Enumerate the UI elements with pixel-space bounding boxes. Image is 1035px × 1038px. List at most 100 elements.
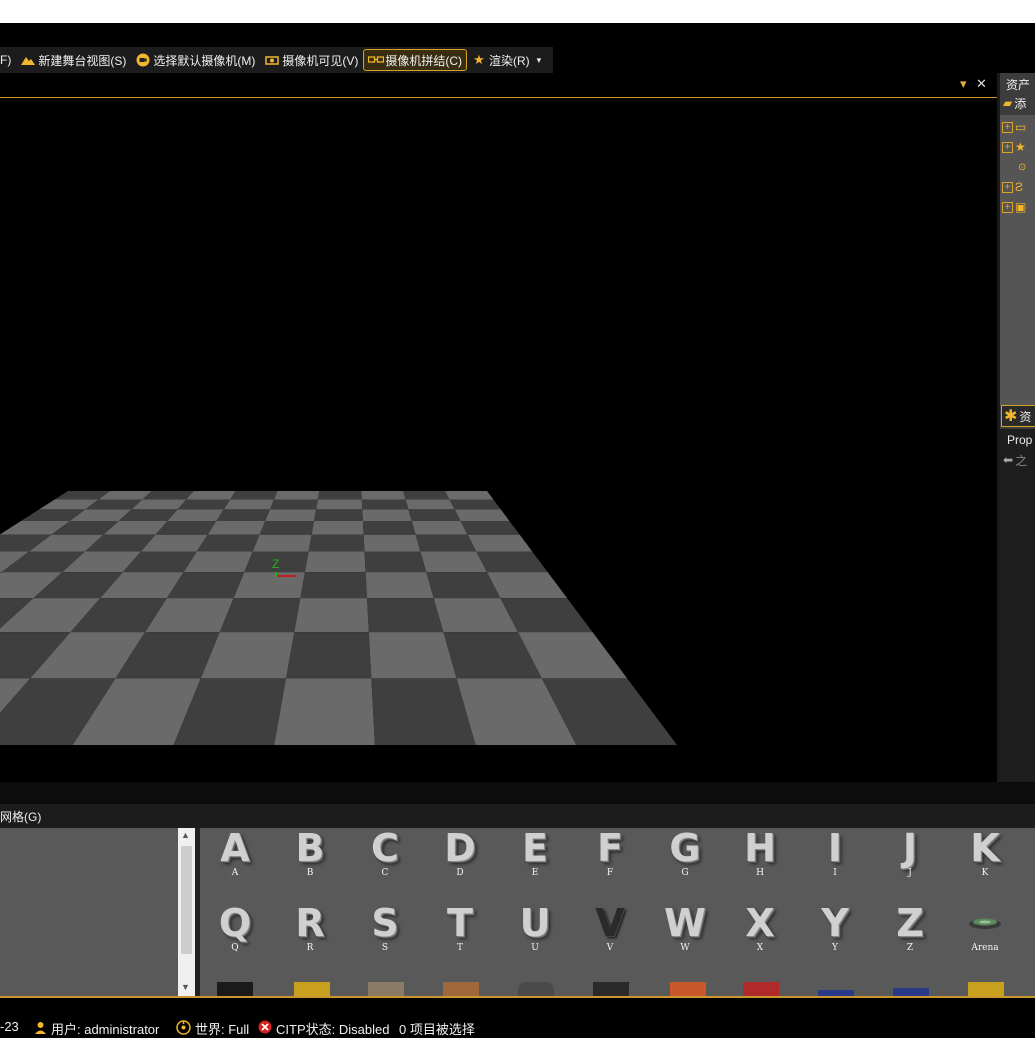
item-caption: C (381, 868, 389, 878)
grid-item-Q[interactable]: QQ (200, 903, 270, 953)
panel-divider[interactable] (0, 782, 1035, 804)
floor-tile (476, 551, 548, 573)
grid-item-Z[interactable]: ZZ (875, 903, 945, 953)
new-stage-view-button[interactable]: 新建舞台视图(S) (16, 49, 131, 71)
floor-tile (486, 572, 568, 599)
item-caption: Z (906, 943, 914, 953)
grid-item-thumb[interactable] (593, 982, 629, 996)
letter-thumb: I (827, 828, 843, 870)
back-row[interactable]: ⬅ 之 (1003, 451, 1027, 469)
toolbar-partial-label: F) (0, 53, 12, 67)
grid-item-thumb[interactable] (368, 982, 404, 996)
render-label: 渲染(R) (489, 53, 530, 68)
assets-panel: 资产 ▰ 添 + ▭ + ★ ⊙ + Ƨ + ▣ ✱ 资 Prop ⬅ 之 (997, 73, 1035, 782)
tree-item-lights[interactable]: + ★ (1002, 138, 1026, 156)
grid-item-B[interactable]: BB (275, 828, 345, 878)
grid-item-F[interactable]: FF (575, 828, 645, 878)
z-axis-label: Z (272, 557, 280, 571)
letter-thumb: S (371, 901, 399, 945)
tree-item-child[interactable]: ⊙ (1018, 158, 1026, 176)
grid-item-thumb[interactable] (743, 982, 779, 996)
add-asset-row[interactable]: ▰ 添 (1003, 94, 1026, 112)
floor-tile (467, 534, 533, 552)
assets-title-text: 资产 (1006, 77, 1031, 92)
grid-item-thumb[interactable] (670, 982, 706, 996)
grid-item-thumb[interactable] (893, 988, 929, 996)
grid-item-thumb[interactable] (968, 982, 1004, 996)
grid-item-R[interactable]: RR (275, 903, 345, 953)
render-dropdown-caret[interactable]: ▾ (537, 55, 542, 66)
floor-tile (177, 499, 231, 510)
scroll-thumb[interactable] (181, 846, 192, 954)
viewport-menu-icon[interactable]: ▾ (960, 76, 967, 92)
camera-visible-button[interactable]: 摄像机可见(V) (260, 49, 363, 71)
grid-item-D[interactable]: DD (425, 828, 495, 878)
letter-thumb: Y (821, 901, 849, 945)
item-caption: U (531, 943, 539, 953)
render-button[interactable]: ★ 渲染(R) ▾ (467, 49, 546, 71)
letter-thumb: F (597, 828, 623, 870)
expand-icon[interactable]: + (1002, 201, 1013, 213)
select-default-camera-button[interactable]: 选择默认摄像机(M) (131, 49, 260, 71)
tree-item-media[interactable]: + Ƨ (1002, 178, 1023, 196)
grid-item-S[interactable]: SS (350, 903, 420, 953)
grid-item-arena[interactable]: Arena (950, 903, 1020, 953)
grid-category-list[interactable] (0, 828, 178, 996)
item-caption: G (681, 868, 689, 878)
item-caption: K (981, 868, 989, 878)
grid-item-G[interactable]: GG (650, 828, 720, 878)
expand-icon[interactable]: + (1002, 141, 1013, 153)
item-caption: D (456, 868, 464, 878)
grid-item-A[interactable]: AA (200, 828, 270, 878)
camera-link-icon (368, 53, 385, 67)
grid-item-thumb[interactable] (294, 982, 330, 996)
grid-item-C[interactable]: CC (350, 828, 420, 878)
expand-icon[interactable]: + (1002, 121, 1013, 133)
scroll-down-icon[interactable]: ▼ (181, 982, 190, 992)
floor-tile (405, 499, 455, 510)
expand-icon[interactable]: + (1002, 181, 1013, 193)
floor-tile (269, 499, 318, 510)
item-caption: J (908, 868, 912, 878)
grid-item-V[interactable]: VV (575, 903, 645, 953)
floor-tile (300, 572, 368, 599)
grid-scrollbar[interactable]: ▲ ▼ (178, 828, 195, 996)
viewport-close-icon[interactable]: ✕ (976, 76, 987, 92)
grid-item-thumb[interactable] (443, 982, 479, 996)
grid-item-thumb[interactable] (518, 982, 554, 996)
grid-item-Y[interactable]: YY (800, 903, 870, 953)
status-user: 用户: administrator (34, 1019, 159, 1038)
toolbar-partial-button[interactable]: F) (0, 49, 16, 71)
item-caption: E (531, 868, 539, 878)
toolbar: F) 新建舞台视图(S) 选择默认摄像机(M) 摄像机可见(V) 摄像机拼结(C… (0, 47, 553, 73)
assets-tab[interactable]: ✱ 资 (1001, 405, 1035, 427)
select-default-camera-label: 选择默认摄像机(M) (153, 53, 256, 68)
grid-item-thumb[interactable] (217, 982, 253, 996)
grid-item-J[interactable]: JJ (875, 828, 945, 878)
floor-tile (408, 509, 461, 521)
floor-tile (219, 598, 301, 633)
floor-tile (311, 521, 364, 535)
floor-tile (252, 534, 312, 552)
grid-item-I[interactable]: II (800, 828, 870, 878)
stage-viewport[interactable]: Z (0, 98, 997, 782)
grid-item-E[interactable]: EE (500, 828, 570, 878)
floor-tile (316, 499, 363, 510)
grid-item-W[interactable]: WW (650, 903, 720, 953)
grid-item-T[interactable]: TT (425, 903, 495, 953)
object-icon: ⊙ (1018, 161, 1027, 173)
back-label: 之 (1015, 453, 1028, 468)
grid-panel-header: 网格(G) (0, 804, 1035, 828)
grid-item-K[interactable]: KK (950, 828, 1020, 878)
camera-stitch-label: 摄像机拼结(C) (385, 53, 462, 68)
tree-item-cameras[interactable]: + ▭ (1002, 118, 1026, 136)
camera-stitch-button[interactable]: 摄像机拼结(C) (363, 49, 467, 71)
tree-item-images[interactable]: + ▣ (1002, 198, 1026, 216)
floor-tile (411, 521, 468, 535)
grid-item-U[interactable]: UU (500, 903, 570, 953)
floor-tile (274, 491, 320, 500)
floor-tile (403, 491, 450, 500)
grid-item-X[interactable]: XX (725, 903, 795, 953)
scroll-up-icon[interactable]: ▲ (181, 830, 190, 840)
grid-item-H[interactable]: HH (725, 828, 795, 878)
